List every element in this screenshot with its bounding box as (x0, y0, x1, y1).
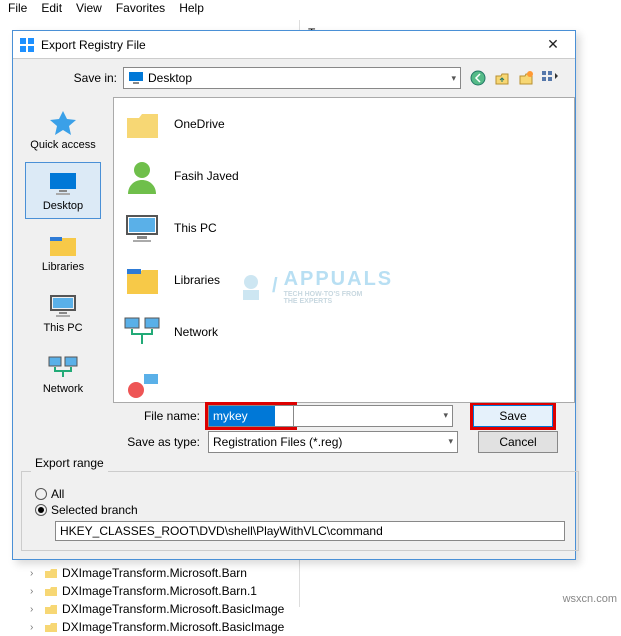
network-icon (47, 353, 79, 381)
back-button[interactable] (469, 69, 487, 87)
tree-label: DXImageTransform.Microsoft.Barn (62, 566, 247, 580)
source-watermark: wsxcn.com (563, 593, 617, 605)
radio-selected-label: Selected branch (51, 503, 138, 517)
nav-network[interactable]: Network (25, 345, 101, 402)
menu-help[interactable]: Help (179, 1, 204, 15)
save-in-label: Save in: (13, 71, 123, 85)
item-label: Fasih Javed (174, 169, 239, 183)
menu-view[interactable]: View (76, 1, 102, 15)
save-in-value: Desktop (148, 71, 192, 85)
item-label: OneDrive (174, 117, 225, 131)
libraries-icon (122, 260, 162, 300)
radio-selected-branch[interactable]: Selected branch (35, 503, 565, 517)
tree-label: DXImageTransform.Microsoft.BasicImage (62, 620, 284, 634)
dialog-title: Export Registry File (41, 38, 531, 52)
expand-icon[interactable]: › (30, 586, 40, 597)
item-label: Libraries (174, 273, 220, 287)
item-label: This PC (174, 221, 217, 235)
close-icon: ✕ (547, 36, 559, 53)
network-icon (122, 312, 162, 352)
regedit-icon (19, 37, 35, 53)
dialog-titlebar: Export Registry File ✕ (13, 31, 575, 59)
chevron-down-icon: ▾ (451, 73, 456, 84)
back-icon (470, 70, 486, 86)
libraries-icon (47, 231, 79, 259)
tree-label: DXImageTransform.Microsoft.BasicImage (62, 602, 284, 616)
registry-tree: › DXImageTransform.Microsoft.Barn › DXIm… (30, 564, 284, 636)
nav-desktop[interactable]: Desktop (25, 162, 101, 219)
nav-pane: Quick access Desktop Libraries This PC N… (13, 97, 113, 403)
export-range-group: Export range All Selected branch (21, 465, 579, 552)
expand-icon[interactable]: › (30, 604, 40, 615)
menu-bar: File Edit View Favorites Help (0, 0, 621, 18)
desktop-icon (47, 170, 79, 198)
cancel-button[interactable]: Cancel (478, 431, 558, 453)
radio-icon (35, 504, 47, 516)
nav-quick-access[interactable]: Quick access (25, 101, 101, 158)
radio-all-label: All (51, 487, 64, 501)
radio-all[interactable]: All (35, 487, 565, 501)
file-list[interactable]: OneDrive Fasih Javed This PC Libraries N… (113, 97, 575, 403)
pc-icon (47, 292, 79, 320)
list-item[interactable]: OneDrive (114, 98, 574, 150)
tree-item[interactable]: › DXImageTransform.Microsoft.BasicImage (30, 600, 284, 618)
nav-this-pc[interactable]: This PC (25, 284, 101, 341)
tree-item[interactable]: › DXImageTransform.Microsoft.Barn (30, 564, 284, 582)
expand-icon[interactable]: › (30, 622, 40, 633)
list-item[interactable]: Libraries (114, 254, 574, 306)
menu-file[interactable]: File (8, 1, 27, 15)
branch-path-input[interactable] (55, 521, 565, 541)
savetype-label: Save as type: (13, 435, 208, 449)
folder-icon (122, 104, 162, 144)
chevron-down-icon: ▾ (443, 410, 448, 421)
list-item[interactable]: Network (114, 306, 574, 358)
nav-label: This PC (43, 322, 82, 334)
filename-combo[interactable]: ▾ (293, 405, 453, 427)
desktop-icon (128, 71, 144, 85)
folder-icon (44, 603, 58, 615)
new-folder-button[interactable] (517, 69, 535, 87)
nav-label: Libraries (42, 261, 84, 273)
tree-item[interactable]: › DXImageTransform.Microsoft.BasicImage (30, 618, 284, 636)
menu-favorites[interactable]: Favorites (116, 1, 165, 15)
export-registry-dialog: Export Registry File ✕ Save in: Desktop … (12, 30, 576, 560)
tree-item[interactable]: › DXImageTransform.Microsoft.Barn.1 (30, 582, 284, 600)
export-range-title: Export range (31, 456, 108, 470)
item-icon (122, 364, 162, 403)
list-item[interactable]: This PC (114, 202, 574, 254)
pc-icon (122, 208, 162, 248)
tree-label: DXImageTransform.Microsoft.Barn.1 (62, 584, 257, 598)
nav-libraries[interactable]: Libraries (25, 223, 101, 280)
view-menu-icon (541, 70, 559, 86)
new-folder-icon (518, 70, 534, 86)
up-button[interactable] (493, 69, 511, 87)
nav-label: Quick access (30, 139, 95, 151)
nav-label: Desktop (43, 200, 83, 212)
folder-icon (44, 621, 58, 633)
list-item[interactable]: Fasih Javed (114, 150, 574, 202)
folder-icon (44, 567, 58, 579)
filename-input-wrap (208, 405, 294, 427)
save-in-combo[interactable]: Desktop ▾ (123, 67, 461, 89)
folder-icon (44, 585, 58, 597)
filename-label: File name: (13, 409, 208, 423)
chevron-down-icon: ▾ (448, 436, 453, 447)
close-button[interactable]: ✕ (531, 31, 575, 59)
filename-input[interactable] (209, 406, 275, 426)
save-button[interactable]: Save (473, 405, 553, 427)
expand-icon[interactable]: › (30, 568, 40, 579)
list-item[interactable] (114, 358, 574, 403)
up-folder-icon (494, 70, 510, 86)
dialog-form: File name: ▾ Save Save as type: Registra… (13, 403, 575, 463)
nav-label: Network (43, 383, 83, 395)
view-menu-button[interactable] (541, 69, 559, 87)
item-label: Network (174, 325, 218, 339)
star-icon (47, 109, 79, 137)
save-in-row: Save in: Desktop ▾ (13, 59, 575, 97)
user-icon (122, 156, 162, 196)
savetype-combo[interactable]: Registration Files (*.reg) ▾ (208, 431, 458, 453)
menu-edit[interactable]: Edit (41, 1, 62, 15)
radio-icon (35, 488, 47, 500)
savetype-value: Registration Files (*.reg) (213, 435, 342, 449)
